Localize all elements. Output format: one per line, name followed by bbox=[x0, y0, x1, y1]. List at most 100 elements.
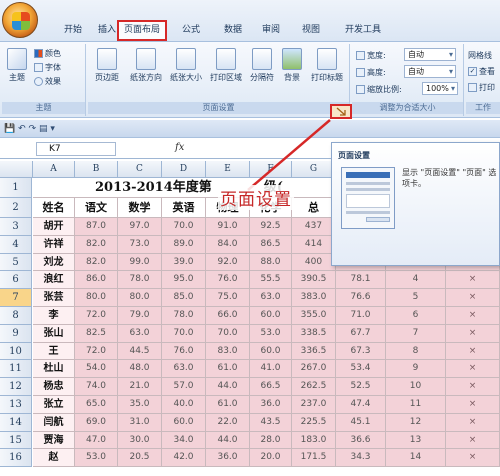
print-preview-icon[interactable]: ▤ bbox=[39, 124, 48, 134]
table-cell[interactable]: 70.0 bbox=[162, 218, 206, 236]
background-button[interactable]: 背景 bbox=[278, 48, 306, 83]
student-name-cell[interactable]: 王 bbox=[33, 342, 75, 361]
table-cell[interactable]: 67.3 bbox=[336, 342, 386, 361]
table-cell[interactable]: 8 bbox=[386, 342, 446, 361]
header-cell[interactable]: 语文 bbox=[75, 198, 118, 218]
table-cell[interactable]: 237.0 bbox=[292, 396, 336, 414]
table-cell[interactable]: 72.0 bbox=[75, 307, 118, 325]
student-name-cell[interactable]: 李 bbox=[33, 307, 75, 325]
tab-review[interactable]: 审阅 bbox=[256, 22, 286, 39]
student-name-cell[interactable]: 杨忠 bbox=[33, 378, 75, 396]
table-cell[interactable]: 355.0 bbox=[292, 307, 336, 325]
table-cell[interactable]: 76.6 bbox=[336, 289, 386, 307]
redo-icon[interactable]: ↷ bbox=[29, 124, 37, 134]
table-cell[interactable]: 267.0 bbox=[292, 360, 336, 379]
table-cell[interactable]: 4 bbox=[386, 271, 446, 290]
table-cell[interactable]: 390.5 bbox=[292, 271, 336, 290]
student-name-cell[interactable]: 浪红 bbox=[33, 271, 75, 290]
table-cell[interactable]: × bbox=[446, 431, 500, 450]
fx-icon[interactable]: fx bbox=[175, 142, 184, 153]
table-cell[interactable]: 70.0 bbox=[206, 324, 250, 343]
student-name-cell[interactable]: 赵 bbox=[33, 449, 75, 468]
row-header[interactable]: 11 bbox=[0, 360, 32, 379]
row-header[interactable]: 5 bbox=[0, 253, 32, 272]
table-cell[interactable]: 65.0 bbox=[75, 396, 118, 414]
table-cell[interactable]: 225.5 bbox=[292, 413, 336, 432]
table-cell[interactable]: 72.0 bbox=[75, 342, 118, 361]
tab-home[interactable]: 开始 bbox=[58, 22, 88, 39]
table-cell[interactable]: 80.0 bbox=[118, 289, 162, 307]
header-cell[interactable]: 英语 bbox=[162, 198, 206, 218]
table-cell[interactable]: 60.0 bbox=[250, 307, 292, 325]
table-cell[interactable]: 20.5 bbox=[118, 449, 162, 468]
tab-view[interactable]: 视图 bbox=[296, 22, 326, 39]
row-header[interactable]: 15 bbox=[0, 431, 32, 450]
table-cell[interactable]: 42.0 bbox=[162, 449, 206, 468]
save-icon[interactable]: 💾 bbox=[4, 124, 15, 134]
column-header[interactable]: D bbox=[162, 161, 206, 178]
table-cell[interactable]: × bbox=[446, 271, 500, 290]
table-cell[interactable]: 67.7 bbox=[336, 324, 386, 343]
table-cell[interactable]: 78.0 bbox=[118, 271, 162, 290]
header-cell[interactable]: 数学 bbox=[118, 198, 162, 218]
table-cell[interactable]: 99.0 bbox=[118, 253, 162, 272]
table-cell[interactable]: 36.0 bbox=[206, 449, 250, 468]
table-cell[interactable]: 437 bbox=[292, 218, 336, 236]
table-cell[interactable]: 21.0 bbox=[118, 378, 162, 396]
table-cell[interactable]: 28.0 bbox=[250, 431, 292, 450]
student-name-cell[interactable]: 杜山 bbox=[33, 360, 75, 379]
table-cell[interactable]: × bbox=[446, 342, 500, 361]
table-cell[interactable]: 89.0 bbox=[162, 235, 206, 254]
table-cell[interactable]: 53.4 bbox=[336, 360, 386, 379]
undo-icon[interactable]: ↶ bbox=[18, 124, 26, 134]
table-cell[interactable]: 82.5 bbox=[75, 324, 118, 343]
table-cell[interactable]: 57.0 bbox=[162, 378, 206, 396]
table-cell[interactable]: 63.0 bbox=[162, 360, 206, 379]
select-all-corner[interactable] bbox=[0, 161, 33, 178]
table-cell[interactable]: 92.0 bbox=[206, 253, 250, 272]
table-cell[interactable]: × bbox=[446, 449, 500, 468]
office-button[interactable] bbox=[2, 2, 38, 38]
row-header[interactable]: 3 bbox=[0, 218, 32, 236]
table-cell[interactable]: 47.0 bbox=[75, 431, 118, 450]
table-cell[interactable]: 39.0 bbox=[162, 253, 206, 272]
student-name-cell[interactable]: 张立 bbox=[33, 396, 75, 414]
row-header[interactable]: 9 bbox=[0, 324, 32, 343]
table-cell[interactable]: 7 bbox=[386, 324, 446, 343]
table-cell[interactable]: 14 bbox=[386, 449, 446, 468]
table-cell[interactable]: 92.5 bbox=[250, 218, 292, 236]
row-header[interactable]: 4 bbox=[0, 235, 32, 254]
table-cell[interactable]: 30.0 bbox=[118, 431, 162, 450]
row-header[interactable]: 8 bbox=[0, 307, 32, 325]
student-name-cell[interactable]: 许祥 bbox=[33, 235, 75, 254]
table-cell[interactable]: 36.0 bbox=[250, 396, 292, 414]
student-name-cell[interactable]: 刘龙 bbox=[33, 253, 75, 272]
themes-button[interactable]: 主题 bbox=[4, 48, 30, 83]
margins-button[interactable]: 页边距 bbox=[90, 48, 124, 83]
table-cell[interactable]: 82.0 bbox=[75, 235, 118, 254]
tab-page-layout[interactable]: 页面布局 bbox=[117, 20, 167, 41]
column-header[interactable]: A bbox=[33, 161, 75, 178]
row-header[interactable]: 7 bbox=[0, 289, 32, 307]
table-cell[interactable]: 44.0 bbox=[206, 378, 250, 396]
table-cell[interactable]: 53.0 bbox=[75, 449, 118, 468]
tab-data[interactable]: 数据 bbox=[218, 22, 248, 39]
table-cell[interactable]: 40.0 bbox=[162, 396, 206, 414]
table-cell[interactable]: 87.0 bbox=[75, 218, 118, 236]
table-cell[interactable]: 400 bbox=[292, 253, 336, 272]
table-cell[interactable]: 13 bbox=[386, 431, 446, 450]
table-cell[interactable]: 79.0 bbox=[118, 307, 162, 325]
table-cell[interactable]: 86.5 bbox=[250, 235, 292, 254]
table-cell[interactable]: 45.1 bbox=[336, 413, 386, 432]
table-cell[interactable]: 83.0 bbox=[206, 342, 250, 361]
table-cell[interactable]: 22.0 bbox=[206, 413, 250, 432]
row-header[interactable]: 1 bbox=[0, 178, 32, 198]
table-cell[interactable]: × bbox=[446, 396, 500, 414]
table-cell[interactable]: 63.0 bbox=[118, 324, 162, 343]
width-combo[interactable]: 自动 bbox=[404, 48, 456, 61]
column-header[interactable]: B bbox=[75, 161, 118, 178]
table-cell[interactable]: 95.0 bbox=[162, 271, 206, 290]
student-name-cell[interactable]: 张芸 bbox=[33, 289, 75, 307]
table-cell[interactable]: 66.5 bbox=[250, 378, 292, 396]
row-header[interactable]: 6 bbox=[0, 271, 32, 290]
